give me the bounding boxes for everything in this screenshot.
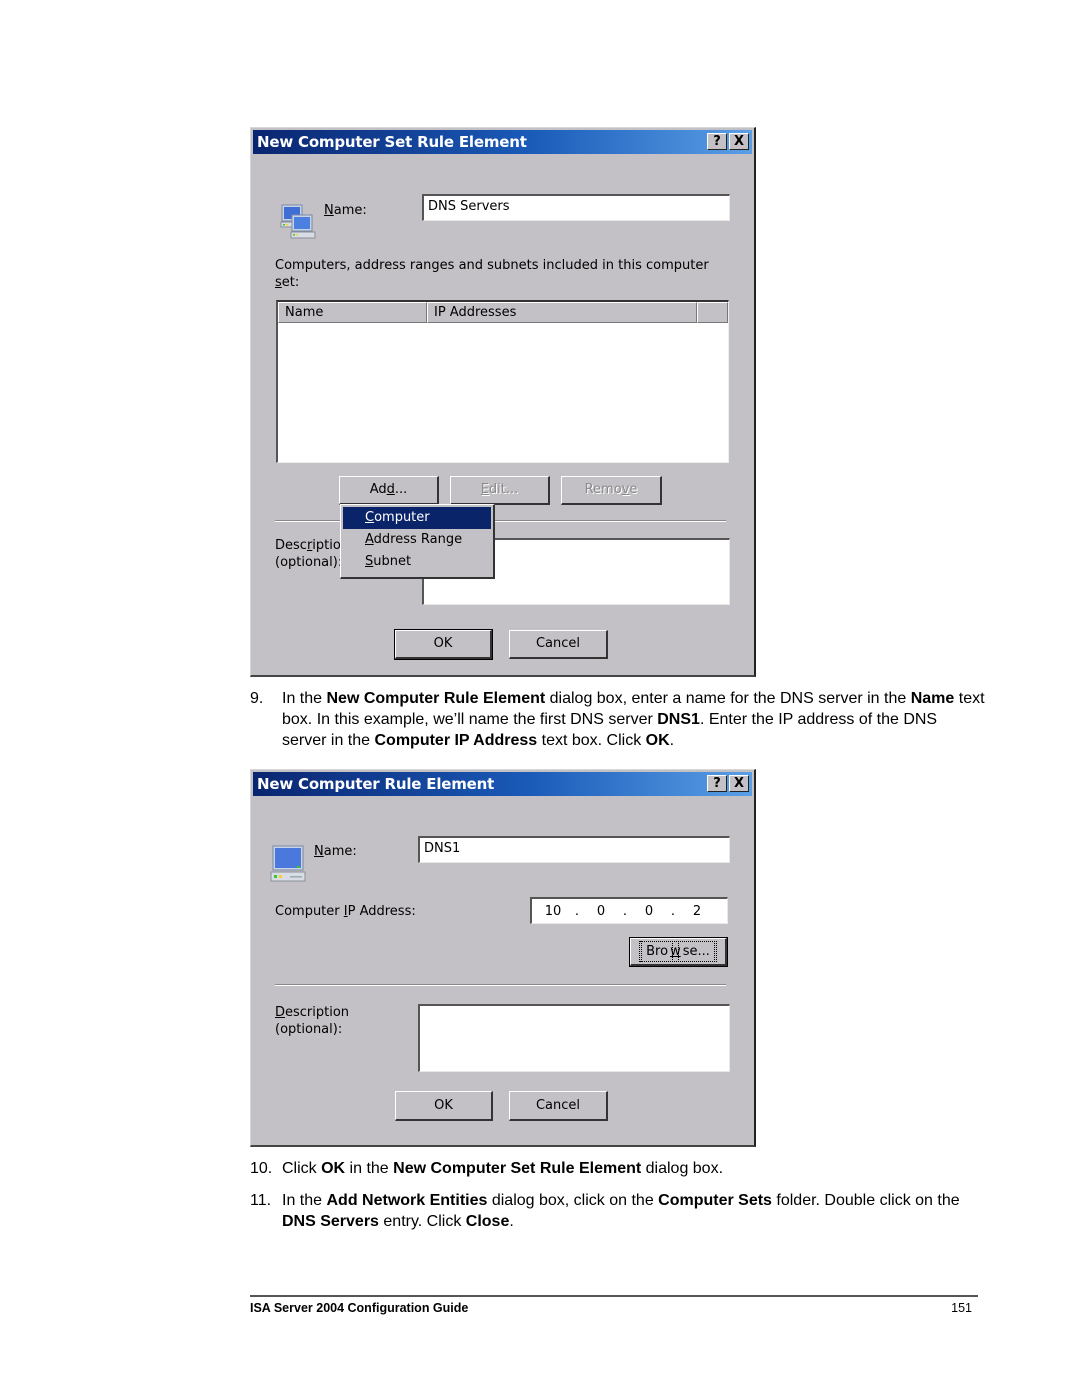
step-10: 10. Click OK in the New Computer Set Rul…	[250, 1158, 985, 1179]
footer-page-number: 151	[951, 1301, 972, 1315]
text-run: .	[669, 732, 675, 749]
column-header-name[interactable]: Name	[278, 302, 427, 323]
ip-dot: .	[670, 903, 676, 919]
close-button[interactable]: X	[729, 775, 749, 792]
computer-ip-address-input[interactable]: 10 . 0 . 0 . 2	[530, 897, 728, 924]
text-run: text box. Click	[537, 732, 646, 749]
ip-dot: .	[622, 903, 628, 919]
text-run: dialog box, enter a name for the DNS ser…	[545, 690, 911, 707]
emphasized-term: Computer Sets	[658, 1192, 772, 1209]
edit-button[interactable]: Edit...	[450, 476, 550, 505]
ip-octet-4[interactable]: 2	[680, 904, 714, 919]
step-text: In the Add Network Entities dialog box, …	[282, 1190, 985, 1232]
new-computer-set-rule-element-dialog: New Computer Set Rule Element ? X Name: …	[250, 127, 756, 677]
text-run: In the	[282, 690, 327, 707]
text-run: In the	[282, 1192, 327, 1209]
description-label: Description (optional):	[275, 1005, 350, 1037]
help-button[interactable]: ?	[707, 133, 727, 150]
step-text: Click OK in the New Computer Set Rule El…	[282, 1158, 985, 1179]
text-run: dialog box.	[641, 1160, 724, 1177]
cancel-button[interactable]: Cancel	[509, 630, 608, 659]
computer-ip-address-label: Computer IP Address:	[275, 904, 416, 919]
description-label: Description (optional):	[275, 538, 350, 570]
dialog-titlebar: New Computer Set Rule Element	[253, 130, 752, 154]
emphasized-term: Name	[910, 690, 955, 707]
ok-button[interactable]: OK	[394, 629, 493, 660]
menu-item-subnet[interactable]: Subnet	[343, 551, 491, 573]
column-header-ip-addresses[interactable]: IP Addresses	[427, 302, 697, 323]
name-label: Name:	[314, 844, 357, 859]
computer-icon	[270, 845, 306, 882]
add-menu: Computer Address Range Subnet	[340, 504, 495, 579]
remove-button[interactable]: Remove	[561, 476, 662, 505]
separator	[275, 984, 726, 986]
step-11: 11. In the Add Network Entities dialog b…	[250, 1190, 985, 1232]
ok-button[interactable]: OK	[395, 1091, 493, 1121]
emphasized-term: Add Network Entities	[326, 1192, 488, 1209]
text-run: Click	[282, 1160, 322, 1177]
emphasized-term: Computer IP Address	[374, 732, 538, 749]
emphasized-term: OK	[321, 1160, 346, 1177]
footer-guide-title: ISA Server 2004 Configuration Guide	[250, 1301, 469, 1315]
add-button[interactable]: Add...	[339, 476, 439, 505]
ip-dot: .	[574, 903, 580, 919]
description-input[interactable]	[418, 1004, 730, 1072]
emphasized-term: New Computer Set Rule Element	[393, 1160, 642, 1177]
step-number: 9.	[250, 690, 264, 707]
text-run: entry. Click	[378, 1213, 466, 1230]
new-computer-rule-element-dialog: New Computer Rule Element ? X Name: DNS1…	[250, 769, 756, 1147]
step-number: 10.	[250, 1160, 273, 1177]
emphasized-term: DNS1	[657, 711, 700, 728]
ip-octet-3[interactable]: 0	[632, 904, 666, 919]
ip-octet-2[interactable]: 0	[584, 904, 618, 919]
name-label: Name:	[324, 203, 367, 218]
computer-set-list[interactable]: Name IP Addresses	[276, 300, 729, 463]
browse-button[interactable]: Bro w se...	[629, 937, 728, 967]
name-input[interactable]: DNS Servers	[422, 194, 730, 221]
close-button[interactable]: X	[729, 133, 749, 150]
text-run: dialog box, click on the	[487, 1192, 659, 1209]
name-input[interactable]: DNS1	[418, 836, 730, 863]
emphasized-term: New Computer Rule Element	[326, 690, 546, 707]
menu-item-computer[interactable]: Computer	[343, 507, 491, 529]
emphasized-term: OK	[645, 732, 670, 749]
column-header-filler	[697, 302, 728, 323]
dialog-title: New Computer Rule Element	[257, 775, 495, 793]
help-button[interactable]: ?	[707, 775, 727, 792]
dialog-titlebar: New Computer Rule Element	[253, 772, 752, 796]
ip-octet-1[interactable]: 10	[536, 904, 570, 919]
emphasized-term: DNS Servers	[282, 1213, 379, 1230]
step-9: 9. In the New Computer Rule Element dial…	[250, 688, 985, 751]
step-number: 11.	[250, 1192, 272, 1209]
list-caption: Computers, address ranges and subnets in…	[275, 258, 709, 290]
emphasized-term: Close	[465, 1213, 510, 1230]
computer-set-icon	[280, 204, 316, 239]
cancel-button[interactable]: Cancel	[509, 1091, 608, 1121]
dialog-title: New Computer Set Rule Element	[257, 133, 527, 151]
step-text: In the New Computer Rule Element dialog …	[282, 688, 985, 751]
menu-item-address-range[interactable]: Address Range	[343, 529, 491, 551]
text-run: in the	[345, 1160, 394, 1177]
text-run: .	[509, 1213, 514, 1230]
footer-rule	[250, 1295, 978, 1297]
text-run: folder. Double click on the	[771, 1192, 960, 1209]
